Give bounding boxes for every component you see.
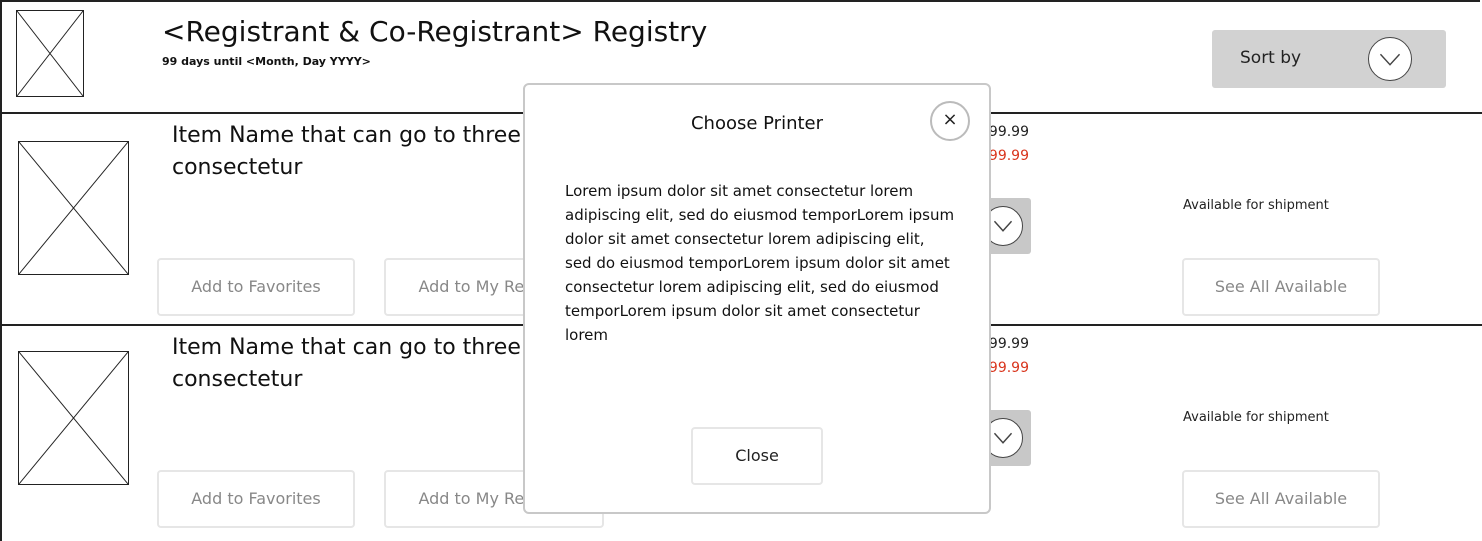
item-image-placeholder xyxy=(18,351,129,485)
add-to-favorites-button[interactable]: Add to Favorites xyxy=(157,470,355,528)
registry-image-placeholder xyxy=(16,10,84,97)
item-image-placeholder xyxy=(18,141,129,275)
dialog-title: Choose Printer xyxy=(690,113,824,134)
close-icon[interactable]: × xyxy=(930,101,970,141)
dialog-body-text: Lorem ipsum dolor sit amet consectetur l… xyxy=(565,182,955,344)
choose-printer-dialog: Choose Printer × Lorem ipsum dolor sit a… xyxy=(523,83,991,514)
availability-text: Available for shipment xyxy=(1183,410,1329,425)
chevron-down-icon[interactable] xyxy=(1368,37,1412,81)
add-to-favorites-button[interactable]: Add to Favorites xyxy=(157,258,355,316)
page-title: <Registrant & Co-Registrant> Registry xyxy=(162,15,708,48)
close-button[interactable]: Close xyxy=(691,427,823,485)
see-all-available-button[interactable]: See All Available xyxy=(1182,258,1380,316)
availability-text: Available for shipment xyxy=(1183,198,1329,213)
sort-dropdown[interactable]: Sort by xyxy=(1212,30,1446,88)
countdown-text: 99 days until <Month, Day YYYY> xyxy=(162,55,371,68)
see-all-available-button[interactable]: See All Available xyxy=(1182,470,1380,528)
sort-label: Sort by xyxy=(1240,48,1302,68)
